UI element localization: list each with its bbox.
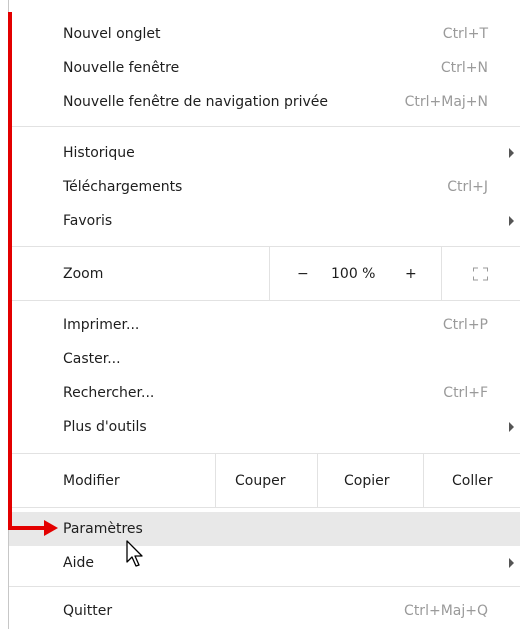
menu-item-shortcut: Ctrl+P	[442, 317, 488, 333]
menu-item-shortcut: Ctrl+N	[440, 60, 488, 76]
menu-item-label: Paramètres	[63, 521, 143, 537]
menu-item-shortcut: Ctrl+F	[443, 385, 488, 401]
menu-item-find[interactable]: Rechercher... Ctrl+F	[9, 376, 520, 410]
chevron-right-icon	[509, 422, 514, 432]
menu-item-print[interactable]: Imprimer... Ctrl+P	[9, 308, 520, 342]
annotation-arrow-line	[8, 12, 12, 530]
zoom-divider	[269, 247, 270, 300]
menu-item-label: Historique	[63, 145, 135, 161]
menu-item-label: Aide	[63, 555, 94, 571]
edit-divider	[317, 454, 318, 507]
menu-item-shortcut: Ctrl+Maj+Q	[404, 603, 488, 619]
paste-button[interactable]: Coller	[452, 473, 493, 489]
edit-label: Modifier	[63, 472, 120, 489]
menu-item-label: Imprimer...	[63, 317, 140, 333]
menu-separator	[9, 126, 520, 127]
menu-item-bookmarks[interactable]: Favoris	[9, 204, 520, 238]
menu-item-quit[interactable]: Quitter Ctrl+Maj+Q	[9, 594, 520, 628]
menu-item-history[interactable]: Historique	[9, 136, 520, 170]
menu-item-label: Quitter	[63, 603, 113, 619]
menu-item-label: Caster...	[63, 351, 121, 367]
fullscreen-icon[interactable]	[473, 267, 488, 280]
menu-item-label: Téléchargements	[63, 179, 183, 195]
zoom-out-button[interactable]: −	[297, 266, 309, 282]
edit-divider	[423, 454, 424, 507]
chevron-right-icon	[509, 216, 514, 226]
menu-item-new-incognito-window[interactable]: Nouvelle fenêtre de navigation privée Ct…	[9, 85, 520, 119]
menu-item-new-tab[interactable]: Nouvel onglet Ctrl+T	[9, 17, 520, 51]
menu-separator	[9, 586, 520, 587]
zoom-level: 100 %	[331, 265, 376, 282]
menu-separator	[9, 507, 520, 508]
menu-item-settings[interactable]: Paramètres	[9, 512, 520, 546]
chevron-right-icon	[509, 558, 514, 568]
menu-item-shortcut: Ctrl+T	[442, 26, 488, 42]
annotation-arrow-line	[8, 526, 46, 530]
menu-item-help[interactable]: Aide	[9, 546, 520, 580]
chevron-right-icon	[509, 148, 514, 158]
menu-item-more-tools[interactable]: Plus d'outils	[9, 410, 520, 444]
menu-item-new-window[interactable]: Nouvelle fenêtre Ctrl+N	[9, 51, 520, 85]
zoom-divider	[441, 247, 442, 300]
menu-item-label: Nouvelle fenêtre de navigation privée	[63, 94, 329, 110]
zoom-in-button[interactable]: +	[405, 266, 417, 282]
menu-item-label: Nouvel onglet	[63, 26, 161, 42]
edit-divider	[215, 454, 216, 507]
menu-item-label: Favoris	[63, 213, 113, 229]
mouse-pointer-icon	[126, 540, 143, 567]
menu-item-label: Rechercher...	[63, 385, 155, 401]
menu-item-cast[interactable]: Caster...	[9, 342, 520, 376]
annotation-arrow-head-icon	[44, 520, 58, 536]
chrome-main-menu: Nouvel onglet Ctrl+T Nouvelle fenêtre Ct…	[0, 0, 520, 629]
edit-row: Modifier Couper Copier Coller	[9, 454, 520, 507]
menu-item-downloads[interactable]: Téléchargements Ctrl+J	[9, 170, 520, 204]
menu-item-label: Plus d'outils	[63, 419, 147, 435]
copy-button[interactable]: Copier	[344, 473, 390, 489]
menu-item-shortcut: Ctrl+Maj+N	[404, 94, 488, 110]
zoom-row: Zoom − 100 % +	[9, 247, 520, 300]
menu-item-label: Nouvelle fenêtre	[63, 60, 180, 76]
menu-item-shortcut: Ctrl+J	[447, 179, 488, 195]
zoom-label: Zoom	[63, 265, 104, 282]
cut-button[interactable]: Couper	[235, 473, 285, 489]
menu-separator	[9, 300, 520, 301]
